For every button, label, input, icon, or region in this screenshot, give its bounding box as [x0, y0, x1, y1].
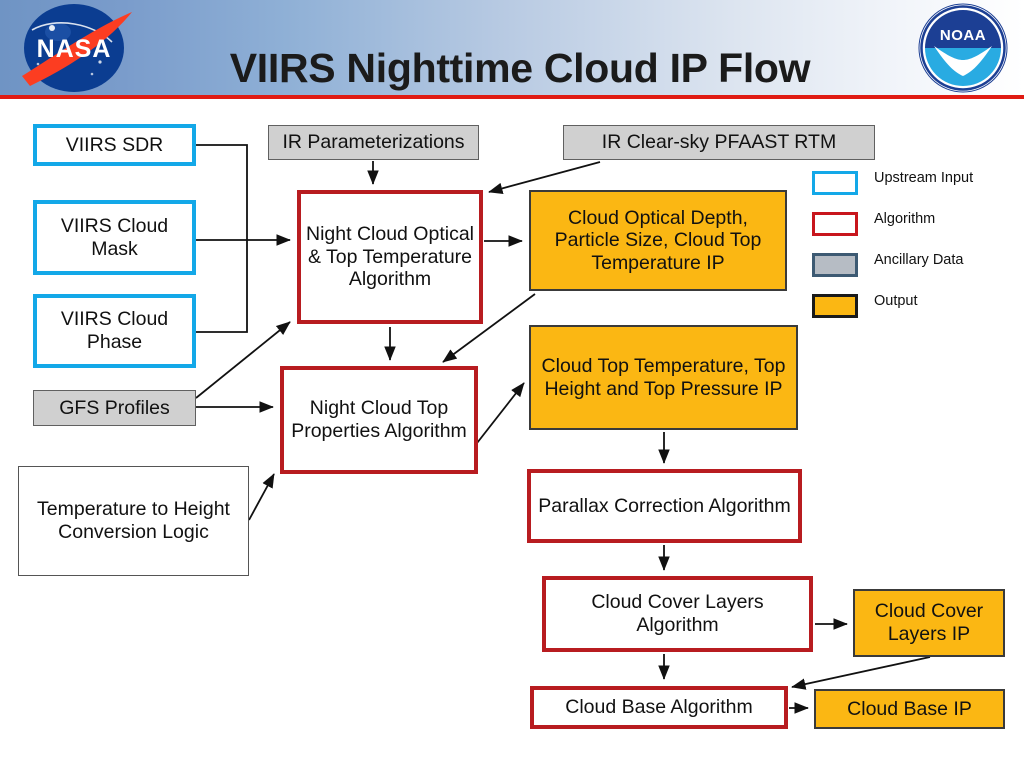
legend: Upstream Input Algorithm Ancillary Data … [812, 170, 1022, 334]
legend-item-upstream-input: Upstream Input [812, 170, 1022, 201]
legend-swatch-output [812, 294, 858, 318]
legend-swatch-upstream-input [812, 171, 858, 195]
node-cloud-base-ip[interactable]: Cloud Base IP [814, 689, 1005, 729]
slide-canvas: NASA NOAA VIIRS Nighttime Cloud IP Flow [0, 0, 1024, 768]
node-viirs-sdr[interactable]: VIIRS SDR [33, 124, 196, 166]
node-viirs-cloud-mask-label: VIIRS Cloud Mask [60, 214, 169, 260]
node-cloud-base-algorithm[interactable]: Cloud Base Algorithm [530, 686, 788, 729]
node-temperature-to-height-label: Temperature to Height Conversion Logic [37, 498, 230, 543]
node-cloud-top-temperature-ip[interactable]: Cloud Top Temperature, Top Height and To… [529, 325, 798, 430]
node-viirs-cloud-phase[interactable]: VIIRS Cloud Phase [33, 294, 196, 368]
node-gfs-profiles-label: GFS Profiles [59, 396, 170, 419]
legend-item-algorithm: Algorithm [812, 211, 1022, 242]
node-gfs-profiles[interactable]: GFS Profiles [33, 390, 196, 426]
node-parallax-correction-label: Parallax Correction Algorithm [538, 494, 791, 517]
node-parallax-correction-algorithm[interactable]: Parallax Correction Algorithm [527, 469, 802, 543]
svg-text:NASA: NASA [37, 35, 112, 63]
node-cloud-cover-layers-ip-label: Cloud Cover Layers IP [874, 600, 984, 645]
node-night-cloud-top-properties-algorithm[interactable]: Night Cloud Top Properties Algorithm [280, 366, 478, 474]
nasa-logo: NASA [22, 4, 132, 92]
node-temperature-to-height-conversion-logic[interactable]: Temperature to Height Conversion Logic [18, 466, 249, 576]
header-divider-rule [0, 95, 1024, 99]
legend-swatch-ancillary-data [812, 253, 858, 277]
node-cloud-top-temperature-ip-label: Cloud Top Temperature, Top Height and To… [541, 354, 786, 400]
node-ir-parameterizations[interactable]: IR Parameterizations [268, 125, 479, 160]
legend-label-upstream-input: Upstream Input [874, 170, 974, 186]
legend-label-ancillary-data: Ancillary Data [874, 252, 964, 268]
node-cloud-cover-layers-ip[interactable]: Cloud Cover Layers IP [853, 589, 1005, 657]
legend-label-output: Output [874, 293, 918, 309]
node-ir-parameterizations-label: IR Parameterizations [282, 131, 465, 154]
legend-swatch-algorithm [812, 212, 858, 236]
node-cloud-cover-layers-algorithm[interactable]: Cloud Cover Layers Algorithm [542, 576, 813, 652]
node-viirs-cloud-mask[interactable]: VIIRS Cloud Mask [33, 200, 196, 275]
node-cloud-base-algorithm-label: Cloud Base Algorithm [565, 696, 753, 719]
node-cloud-optical-depth-ip-label: Cloud Optical Depth, Particle Size, Clou… [554, 206, 762, 274]
node-ir-clear-sky-pfaast-rtm[interactable]: IR Clear-sky PFAAST RTM [563, 125, 875, 160]
legend-item-output: Output [812, 293, 1022, 324]
node-cloud-cover-layers-algorithm-label: Cloud Cover Layers Algorithm [591, 591, 764, 636]
node-night-cloud-optical-top-temperature-algorithm[interactable]: Night Cloud Optical & Top Temperature Al… [297, 190, 483, 324]
node-night-cloud-top-properties-label: Night Cloud Top Properties Algorithm [291, 397, 467, 442]
legend-item-ancillary-data: Ancillary Data [812, 252, 1022, 283]
node-cloud-base-ip-label: Cloud Base IP [847, 697, 972, 720]
svg-text:NOAA: NOAA [940, 27, 986, 44]
noaa-logo: NOAA [918, 3, 1008, 93]
node-cloud-optical-depth-ip[interactable]: Cloud Optical Depth, Particle Size, Clou… [529, 190, 787, 291]
legend-label-algorithm: Algorithm [874, 211, 936, 227]
node-night-cloud-optical-label: Night Cloud Optical & Top Temperature Al… [306, 223, 474, 291]
page-title: VIIRS Nighttime Cloud IP Flow [229, 45, 811, 92]
node-viirs-sdr-label: VIIRS SDR [65, 133, 164, 156]
node-viirs-cloud-phase-label: VIIRS Cloud Phase [60, 308, 169, 353]
node-ir-clear-sky-pfaast-rtm-label: IR Clear-sky PFAAST RTM [601, 131, 837, 154]
